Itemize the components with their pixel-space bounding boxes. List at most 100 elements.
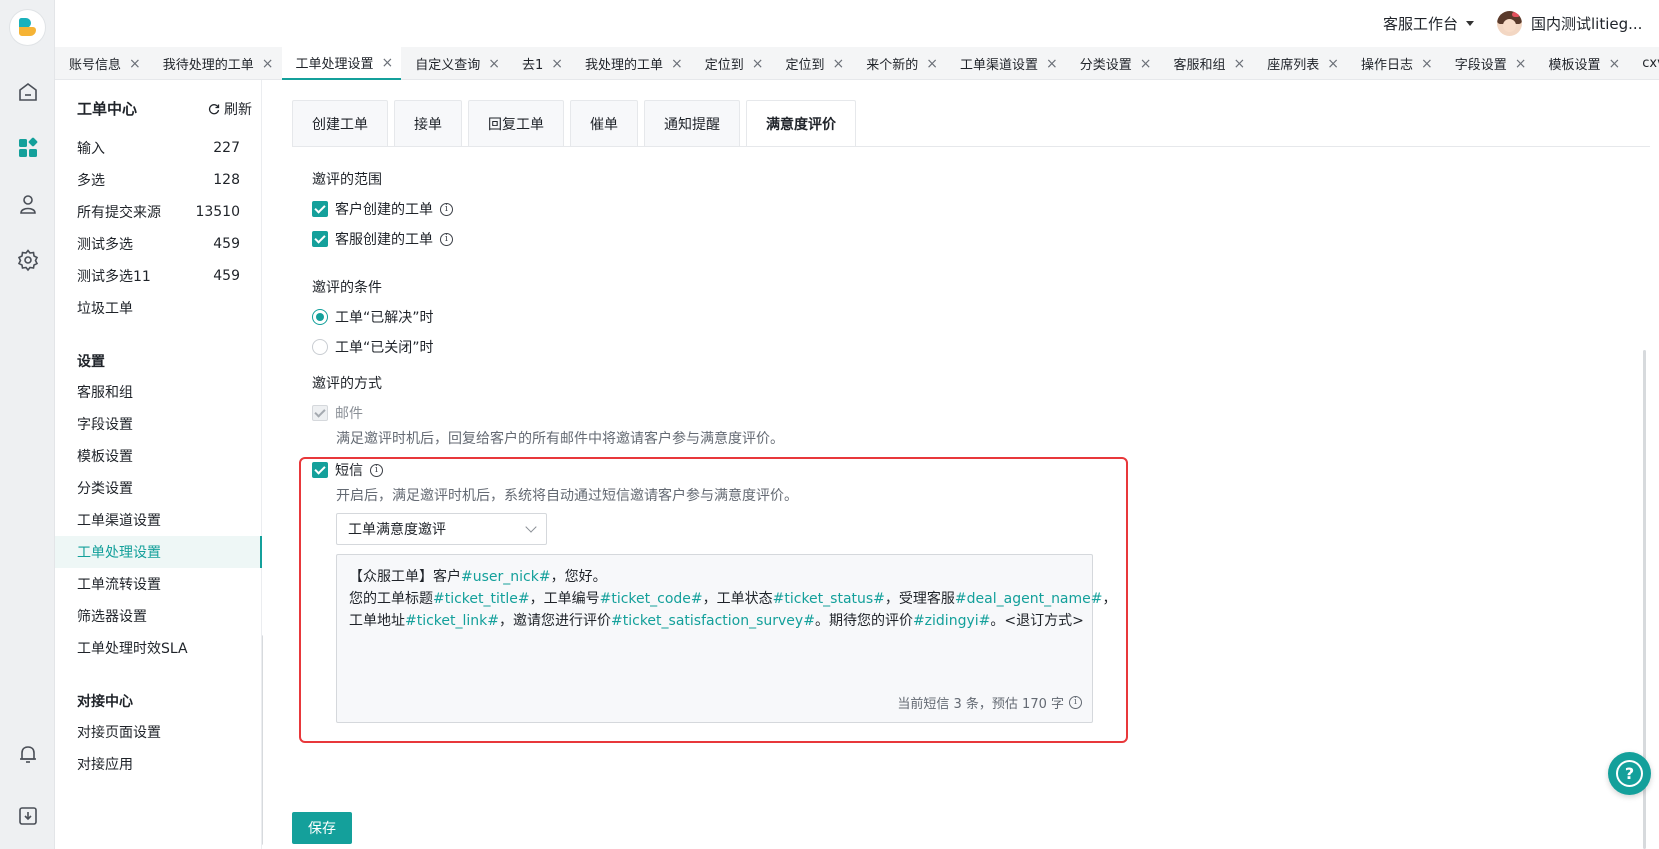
sidebar-item-label: 工单渠道设置 <box>77 513 161 529</box>
logo-icon[interactable] <box>10 10 45 45</box>
close-icon[interactable]: × <box>833 57 845 71</box>
sidebar-item[interactable]: 工单流转设置 <box>55 568 262 600</box>
home-icon[interactable] <box>16 80 40 104</box>
integration-section-title: 对接中心 <box>77 694 133 710</box>
chevron-down-icon <box>525 521 537 533</box>
close-icon[interactable]: × <box>752 57 764 71</box>
close-icon[interactable]: × <box>1140 57 1152 71</box>
subtab-item[interactable]: 通知提醒 <box>644 100 740 147</box>
close-icon[interactable]: × <box>262 57 274 71</box>
close-icon[interactable]: × <box>1515 57 1527 71</box>
sidebar-item[interactable]: 字段设置 <box>55 408 262 440</box>
close-icon[interactable]: × <box>551 57 563 71</box>
tab-item[interactable]: 定位到 × <box>772 47 853 80</box>
info-icon[interactable]: i <box>370 463 383 477</box>
sms-variable: #ticket_status# <box>772 591 885 607</box>
info-icon[interactable]: i <box>440 202 453 216</box>
download-icon[interactable] <box>16 804 40 828</box>
tab-item[interactable]: 工单渠道设置 × <box>946 47 1066 80</box>
tab-item[interactable]: cxvx× <box>1628 47 1659 80</box>
sidebar-item[interactable]: 筛选器设置 <box>55 600 262 632</box>
sidebar-item[interactable]: 工单处理设置 <box>55 536 262 568</box>
tab-label: 座席列表 <box>1267 58 1320 73</box>
sidebar-item[interactable]: 所有提交来源 13510 <box>55 196 262 228</box>
user-menu[interactable]: 国内测试litieg... <box>1497 11 1642 36</box>
subtab-item[interactable]: 创建工单 <box>292 100 388 147</box>
sidebar-item-count: 459 <box>213 268 240 284</box>
apps-icon[interactable] <box>16 136 40 160</box>
tab-item[interactable]: 去1 × <box>508 47 571 80</box>
close-icon[interactable]: × <box>129 57 141 71</box>
info-icon[interactable]: i <box>1069 696 1082 709</box>
scope-agent-checkbox[interactable]: 客服创建的工单 i <box>312 229 453 249</box>
subtab-item[interactable]: 满意度评价 <box>746 100 856 147</box>
save-button[interactable]: 保存 <box>292 812 352 844</box>
help-button[interactable]: ? <box>1608 752 1651 795</box>
sms-content-textarea[interactable]: 【众服工单】客户#user_nick#，您好。 您的工单标题#ticket_ti… <box>336 554 1117 723</box>
sidebar-item[interactable]: 垃圾工单 <box>55 292 262 324</box>
sidebar-item[interactable]: 模板设置 <box>55 440 262 472</box>
tab-item[interactable]: 自定义查询 × <box>401 47 508 80</box>
sms-text: ，受理客服 <box>884 591 955 607</box>
tab-item[interactable]: 我待处理的工单 × <box>149 47 282 80</box>
method-title: 邀评的方式 <box>312 376 382 392</box>
sidebar-item[interactable]: 工单处理时效SLA <box>55 632 262 664</box>
refresh-button[interactable]: 刷新 <box>208 99 252 119</box>
tab-label: 工单渠道设置 <box>960 58 1039 73</box>
close-icon[interactable]: × <box>1421 57 1433 71</box>
close-icon[interactable]: × <box>1327 57 1339 71</box>
subtab-item[interactable]: 回复工单 <box>468 100 564 147</box>
avatar <box>1497 11 1522 36</box>
close-icon[interactable]: × <box>926 57 938 71</box>
condition-resolved-radio[interactable]: 工单“已解决”时 <box>312 307 434 327</box>
tab-item[interactable]: 操作日志 × <box>1347 47 1441 80</box>
close-icon[interactable]: × <box>1234 57 1246 71</box>
close-icon[interactable]: × <box>671 57 683 71</box>
info-icon[interactable]: i <box>440 232 453 246</box>
sms-variable: #user_nick# <box>461 569 551 585</box>
bell-icon[interactable] <box>16 742 40 766</box>
tab-item[interactable]: 工单处理设置 × <box>281 47 402 80</box>
close-icon[interactable]: × <box>382 56 394 70</box>
condition-closed-radio[interactable]: 工单“已关闭”时 <box>312 337 434 357</box>
sms-variable: #ticket_link# <box>405 613 500 629</box>
sms-text: 。期待您的评价 <box>814 613 913 629</box>
checkbox-checked-icon <box>312 231 328 247</box>
user-icon[interactable] <box>16 192 40 216</box>
checkbox-checked-icon <box>312 201 328 217</box>
sms-template-select[interactable]: 工单满意度邀评 <box>336 513 547 545</box>
sidebar-item[interactable]: 测试多选11 459 <box>55 260 262 292</box>
tab-item[interactable]: 账号信息 × <box>55 47 149 80</box>
tab-item[interactable]: 分类设置 × <box>1066 47 1160 80</box>
close-icon[interactable]: × <box>1046 57 1058 71</box>
subtab-item[interactable]: 催单 <box>570 100 638 147</box>
sidebar-item[interactable]: 对接页面设置 <box>55 716 262 748</box>
tab-item[interactable]: 字段设置 × <box>1441 47 1535 80</box>
sidebar-item[interactable]: 分类设置 <box>55 472 262 504</box>
tab-item[interactable]: 客服和组 × <box>1160 47 1254 80</box>
settings-icon[interactable] <box>16 248 40 272</box>
workspace-switcher[interactable]: 客服工作台 <box>1383 13 1475 34</box>
sidebar-item-label: 所有提交来源 <box>77 205 161 221</box>
tab-item[interactable]: 我处理的工单 × <box>571 47 691 80</box>
sidebar-item-label: 输入 <box>77 141 105 157</box>
sidebar-item[interactable]: 输入 227 <box>55 132 262 164</box>
tab-label: 工单处理设置 <box>295 57 374 72</box>
tab-item[interactable]: 模板设置 × <box>1535 47 1629 80</box>
tab-item[interactable]: 来个新的 × <box>852 47 946 80</box>
sidebar-item[interactable]: 工单渠道设置 <box>55 504 262 536</box>
sms-count: 当前短信 3 条，预估 170 字 i <box>897 693 1082 712</box>
scope-title: 邀评的范围 <box>312 172 382 188</box>
sidebar-item-label: 测试多选 <box>77 237 133 253</box>
close-icon[interactable]: × <box>1609 57 1621 71</box>
sidebar-item[interactable]: 测试多选 459 <box>55 228 262 260</box>
sidebar-item[interactable]: 对接应用 <box>55 748 262 780</box>
sidebar-item[interactable]: 多选 128 <box>55 164 262 196</box>
scope-customer-checkbox[interactable]: 客户创建的工单 i <box>312 199 453 219</box>
subtab-item[interactable]: 接单 <box>394 100 462 147</box>
tab-item[interactable]: 定位到 × <box>691 47 772 80</box>
close-icon[interactable]: × <box>488 57 500 71</box>
method-sms-checkbox[interactable]: 短信 i <box>312 460 383 480</box>
sidebar-item[interactable]: 客服和组 <box>55 376 262 408</box>
tab-item[interactable]: 座席列表 × <box>1253 47 1347 80</box>
